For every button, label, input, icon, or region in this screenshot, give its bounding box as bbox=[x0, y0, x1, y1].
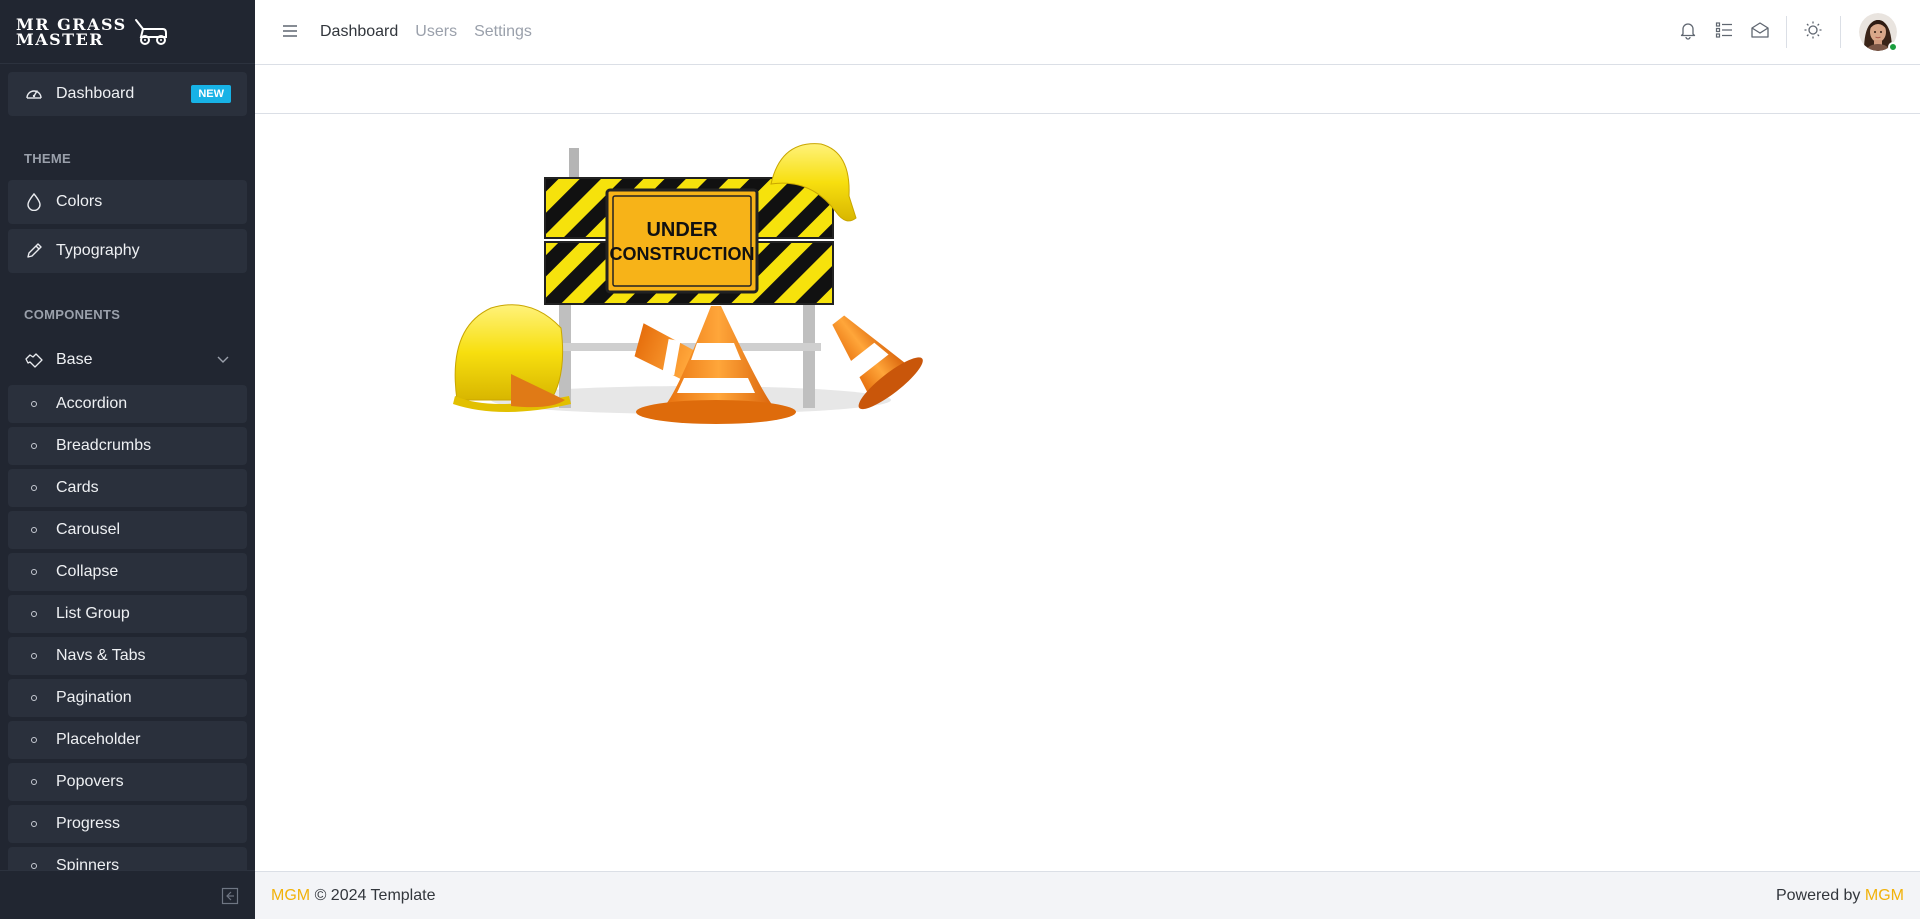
section-title-components: COMPONENTS bbox=[24, 307, 121, 322]
online-status-indicator bbox=[1888, 42, 1898, 52]
bullet-icon bbox=[31, 737, 37, 743]
sidebar-subitem-breadcrumbs[interactable]: Breadcrumbs bbox=[8, 427, 247, 465]
chevron-down-icon bbox=[217, 356, 229, 364]
page-footer: MGM © 2024 Template Powered by MGM bbox=[255, 871, 1920, 919]
brand-line2: MASTER bbox=[16, 29, 105, 49]
sign-line2: CONSTRUCTION bbox=[610, 244, 755, 264]
sidebar-item-label: Typography bbox=[56, 242, 140, 259]
sidebar-item-colors[interactable]: Colors bbox=[8, 180, 247, 224]
sidebar-item-label: Popovers bbox=[56, 773, 124, 790]
sign-line1: UNDER bbox=[646, 219, 718, 241]
section-title-theme: THEME bbox=[24, 151, 71, 166]
sidebar-item-label: Collapse bbox=[56, 563, 119, 580]
footer-powered-link[interactable]: MGM bbox=[1865, 887, 1904, 904]
bell-icon[interactable] bbox=[1678, 20, 1698, 40]
breadcrumb-bar bbox=[255, 65, 1920, 114]
bullet-icon bbox=[31, 779, 37, 785]
puzzle-icon bbox=[24, 350, 44, 370]
bullet-icon bbox=[31, 863, 37, 869]
sidebar-subitem-cards[interactable]: Cards bbox=[8, 469, 247, 507]
sidebar-item-base[interactable]: Base bbox=[8, 338, 247, 382]
bullet-icon bbox=[31, 443, 37, 449]
sidebar-item-label: Breadcrumbs bbox=[56, 437, 152, 454]
main-content: UNDER CONSTRUCTION bbox=[255, 114, 1920, 871]
sidebar-item-label: Progress bbox=[56, 815, 121, 832]
header-nav: Dashboard Users Settings bbox=[320, 23, 549, 41]
sidebar-item-label: Navs & Tabs bbox=[56, 647, 146, 664]
sidebar-item-label: Placeholder bbox=[56, 731, 141, 748]
header-link-settings[interactable]: Settings bbox=[474, 23, 532, 41]
bullet-icon bbox=[31, 401, 37, 407]
footer-powered-by: Powered by bbox=[1775, 886, 1861, 904]
footer-copyright: © 2024 Template bbox=[314, 886, 436, 904]
bullet-icon bbox=[31, 695, 37, 701]
header-link-dashboard[interactable]: Dashboard bbox=[320, 23, 398, 41]
footer-left: MGM © 2024 Template bbox=[271, 887, 435, 905]
header-divider bbox=[1840, 16, 1841, 48]
drop-icon bbox=[24, 192, 44, 212]
sidebar-item-label: Spinners bbox=[56, 857, 120, 870]
sidebar-item-label: Colors bbox=[56, 193, 103, 210]
sidebar-subitem-list-group[interactable]: List Group bbox=[8, 595, 247, 633]
under-construction-illustration: UNDER CONSTRUCTION bbox=[453, 143, 923, 424]
sidebar-collapse-icon[interactable] bbox=[221, 887, 239, 905]
sun-icon[interactable] bbox=[1803, 20, 1823, 40]
sidebar-subitem-placeholder[interactable]: Placeholder bbox=[8, 721, 247, 759]
sidebar-item-typography[interactable]: Typography bbox=[8, 229, 247, 273]
list-icon[interactable] bbox=[1714, 20, 1734, 40]
pencil-icon bbox=[24, 241, 44, 261]
sidebar-item-label: Base bbox=[56, 351, 93, 368]
sidebar-subitem-progress[interactable]: Progress bbox=[8, 805, 247, 843]
sidebar-item-label: List Group bbox=[56, 605, 130, 622]
bullet-icon bbox=[31, 569, 37, 575]
brand-logo[interactable]: MR GRASS MASTER bbox=[0, 0, 255, 64]
sidebar-item-label: Accordion bbox=[56, 395, 128, 412]
sidebar-footer bbox=[0, 870, 255, 919]
sidebar-nav: Dashboard NEW THEME Colors Typography CO… bbox=[0, 64, 255, 870]
lawnmower-icon bbox=[134, 18, 167, 45]
header-link-users[interactable]: Users bbox=[415, 23, 457, 41]
footer-right: Powered by MGM bbox=[1776, 887, 1904, 905]
sidebar-item-dashboard[interactable]: Dashboard NEW bbox=[8, 72, 247, 116]
sidebar-subitem-accordion[interactable]: Accordion bbox=[8, 385, 247, 423]
footer-brand-link[interactable]: MGM bbox=[271, 887, 310, 904]
sidebar-item-label: Dashboard bbox=[56, 85, 135, 102]
new-badge: NEW bbox=[191, 85, 231, 103]
sidebar-item-label: Carousel bbox=[56, 521, 121, 538]
sidebar: MR GRASS MASTER Dashboard NEW THEME Colo… bbox=[0, 0, 255, 919]
bullet-icon bbox=[31, 821, 37, 827]
bullet-icon bbox=[31, 611, 37, 617]
top-header: Dashboard Users Settings bbox=[255, 0, 1920, 65]
avatar[interactable] bbox=[1859, 13, 1898, 52]
hamburger-icon[interactable] bbox=[280, 21, 300, 41]
bullet-icon bbox=[31, 485, 37, 491]
header-divider bbox=[1786, 16, 1787, 48]
sidebar-item-label: Cards bbox=[56, 479, 99, 496]
bullet-icon bbox=[31, 527, 37, 533]
bullet-icon bbox=[31, 653, 37, 659]
sidebar-subitem-carousel[interactable]: Carousel bbox=[8, 511, 247, 549]
envelope-icon[interactable] bbox=[1750, 20, 1770, 40]
speedometer-icon bbox=[24, 84, 44, 104]
sidebar-subitem-navs-tabs[interactable]: Navs & Tabs bbox=[8, 637, 247, 675]
brand-name: MR GRASS MASTER bbox=[16, 16, 127, 49]
sidebar-subitem-popovers[interactable]: Popovers bbox=[8, 763, 247, 801]
sidebar-subitem-pagination[interactable]: Pagination bbox=[8, 679, 247, 717]
sidebar-subitem-collapse[interactable]: Collapse bbox=[8, 553, 247, 591]
sidebar-subitem-spinners[interactable]: Spinners bbox=[8, 847, 247, 870]
sidebar-item-label: Pagination bbox=[56, 689, 132, 706]
